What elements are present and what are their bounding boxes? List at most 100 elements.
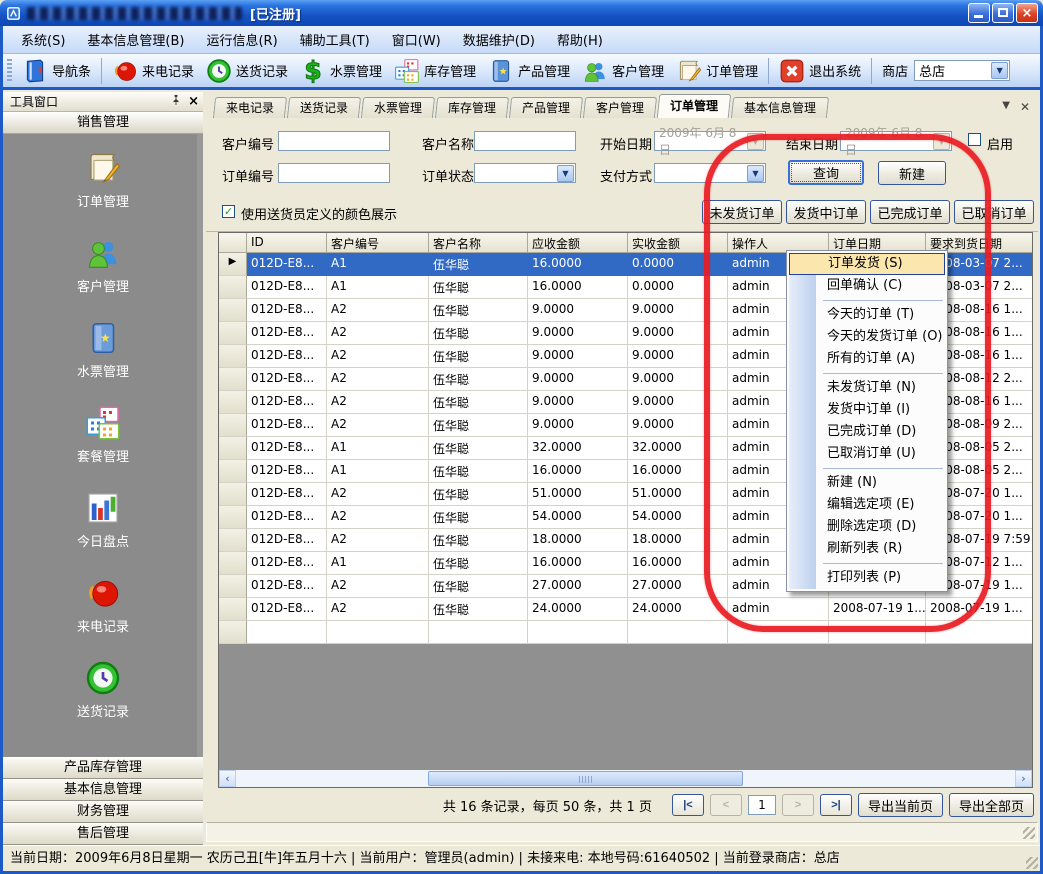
pay-method-select[interactable]: ▼: [654, 163, 766, 183]
export-current-page-button[interactable]: 导出当前页: [858, 793, 943, 817]
sidebar-item-bell[interactable]: 来电记录: [77, 575, 129, 635]
filter-button-未发货订单[interactable]: 未发货订单: [702, 200, 782, 224]
grid-column-header[interactable]: 客户名称: [429, 233, 528, 253]
last-page-button[interactable]: >|: [820, 794, 852, 816]
table-row[interactable]: 012D-E8...A2伍华聪24.000024.0000admin2008-0…: [219, 598, 1032, 621]
horizontal-scrollbar[interactable]: ‹ ›: [219, 770, 1032, 787]
close-button[interactable]: ×: [1016, 3, 1038, 23]
context-menu-item[interactable]: 订单发货 (S): [789, 253, 945, 275]
row-selector-cell[interactable]: [219, 368, 247, 391]
row-selector-cell[interactable]: ▶: [219, 253, 247, 276]
row-selector-cell[interactable]: [219, 460, 247, 483]
context-menu-item[interactable]: 所有的订单 (A): [789, 348, 945, 370]
filter-button-发货中订单[interactable]: 发货中订单: [786, 200, 866, 224]
context-menu-item[interactable]: 发货中订单 (I): [789, 399, 945, 421]
sidebar-item-order-pen[interactable]: 订单管理: [77, 150, 129, 210]
tab-送货记录[interactable]: 送货记录: [287, 97, 361, 118]
context-menu-item[interactable]: 已完成订单 (D): [789, 421, 945, 443]
menubar-item[interactable]: 系统(S): [11, 26, 75, 53]
row-selector-cell[interactable]: [219, 483, 247, 506]
row-selector-cell[interactable]: [219, 598, 247, 621]
statusbar-resize-grip[interactable]: [1026, 857, 1038, 869]
context-menu-item[interactable]: 编辑选定项 (E): [789, 494, 945, 516]
tab-scroll-dropdown-icon[interactable]: ▼: [1002, 100, 1010, 114]
row-selector-cell[interactable]: [219, 506, 247, 529]
order-no-input[interactable]: [278, 163, 390, 183]
menubar-item[interactable]: 辅助工具(T): [290, 26, 380, 53]
new-button[interactable]: 新建: [878, 161, 946, 185]
context-menu-item[interactable]: 今天的发货订单 (O): [789, 326, 945, 348]
order-status-select[interactable]: ▼: [474, 163, 576, 183]
prev-page-button[interactable]: <: [710, 794, 742, 816]
grid-column-header[interactable]: 客户编号: [327, 233, 429, 253]
context-menu-item[interactable]: 打印列表 (P): [789, 567, 945, 589]
grid-column-header[interactable]: 实收金额: [628, 233, 728, 253]
toolbar-button-clock[interactable]: 送货记录: [200, 55, 294, 87]
driver-color-checkbox[interactable]: ✓: [222, 205, 235, 218]
end-date-picker[interactable]: 2009年 6月 8日 ▼: [840, 131, 952, 151]
shop-select[interactable]: 总店▼: [914, 60, 1010, 81]
context-menu-item[interactable]: 回单确认 (C): [789, 275, 945, 297]
tab-水票管理[interactable]: 水票管理: [361, 97, 435, 118]
export-all-pages-button[interactable]: 导出全部页: [949, 793, 1034, 817]
sidebar-item-grid-calendar[interactable]: 套餐管理: [77, 405, 129, 465]
row-selector-cell[interactable]: [219, 529, 247, 552]
customer-no-input[interactable]: [278, 131, 390, 151]
context-menu-item[interactable]: 未发货订单 (N): [789, 377, 945, 399]
row-selector-cell[interactable]: [219, 575, 247, 598]
toolbar-button-bell[interactable]: 来电记录: [106, 55, 200, 87]
scroll-right-icon[interactable]: ›: [1015, 770, 1032, 787]
sidebar-section-bar[interactable]: 售后管理: [3, 823, 203, 845]
row-selector-cell[interactable]: [219, 437, 247, 460]
toolbar-button-dollar[interactable]: $水票管理: [294, 55, 388, 87]
page-number-input[interactable]: [748, 795, 776, 815]
menubar-item[interactable]: 数据维护(D): [453, 26, 545, 53]
toolbar-button-people[interactable]: 客户管理: [576, 55, 670, 87]
context-menu-item[interactable]: 删除选定项 (D): [789, 516, 945, 538]
menubar-item[interactable]: 运行信息(R): [196, 26, 287, 53]
filter-button-已取消订单[interactable]: 已取消订单: [954, 200, 1034, 224]
first-page-button[interactable]: |<: [672, 794, 704, 816]
sidebar-item-clock[interactable]: 送货记录: [77, 660, 129, 720]
minimize-button[interactable]: [968, 3, 990, 23]
context-menu-item[interactable]: 今天的订单 (T): [789, 304, 945, 326]
menubar-item[interactable]: 基本信息管理(B): [77, 26, 194, 53]
customer-name-input[interactable]: [474, 131, 576, 151]
sidebar-item-chart[interactable]: 今日盘点: [77, 490, 129, 550]
context-menu-item[interactable]: 已取消订单 (U): [789, 443, 945, 465]
next-page-button[interactable]: >: [782, 794, 814, 816]
tab-close-icon[interactable]: ✕: [1020, 100, 1030, 114]
tool-window-close-icon[interactable]: ×: [188, 96, 199, 108]
tab-基本信息管理[interactable]: 基本信息管理: [731, 97, 829, 118]
tab-客户管理[interactable]: 客户管理: [583, 97, 657, 118]
toolbar-button-order-pen[interactable]: 订单管理: [670, 55, 764, 87]
pin-icon[interactable]: [170, 94, 182, 109]
sidebar-section-bar[interactable]: 产品库存管理: [3, 757, 203, 779]
resize-grip[interactable]: [1023, 827, 1035, 839]
row-selector-cell[interactable]: [219, 345, 247, 368]
query-button[interactable]: 查询: [788, 160, 864, 185]
title-bar[interactable]: [已注册] ×: [0, 0, 1043, 26]
context-menu-item[interactable]: 新建 (N): [789, 472, 945, 494]
row-selector-cell[interactable]: [219, 414, 247, 437]
maximize-button[interactable]: [992, 3, 1014, 23]
sidebar-section-header[interactable]: 销售管理: [3, 112, 203, 134]
toolbar-button-product-book[interactable]: ★产品管理: [482, 55, 576, 87]
row-selector-cell[interactable]: [219, 299, 247, 322]
toolbar-grip[interactable]: [7, 59, 12, 83]
sidebar-item-people[interactable]: 客户管理: [77, 235, 129, 295]
sidebar-section-bar[interactable]: 财务管理: [3, 801, 203, 823]
menubar-item[interactable]: 帮助(H): [547, 26, 613, 53]
row-selector-cell[interactable]: [219, 276, 247, 299]
grid-column-header[interactable]: ID: [247, 233, 327, 253]
sidebar-item-water-card[interactable]: ★水票管理: [77, 320, 129, 380]
sidebar-section-bar[interactable]: 基本信息管理: [3, 779, 203, 801]
toolbar-button-grid-calendar[interactable]: 库存管理: [388, 55, 482, 87]
start-date-picker[interactable]: 2009年 6月 8日 ▼: [654, 131, 766, 151]
tab-产品管理[interactable]: 产品管理: [509, 97, 583, 118]
row-selector-cell[interactable]: [219, 552, 247, 575]
menubar-item[interactable]: 窗口(W): [382, 26, 451, 53]
tab-库存管理[interactable]: 库存管理: [435, 97, 509, 118]
toolbar-button-nav-book[interactable]: 导航条: [16, 55, 97, 87]
context-menu-item[interactable]: 刷新列表 (R): [789, 538, 945, 560]
